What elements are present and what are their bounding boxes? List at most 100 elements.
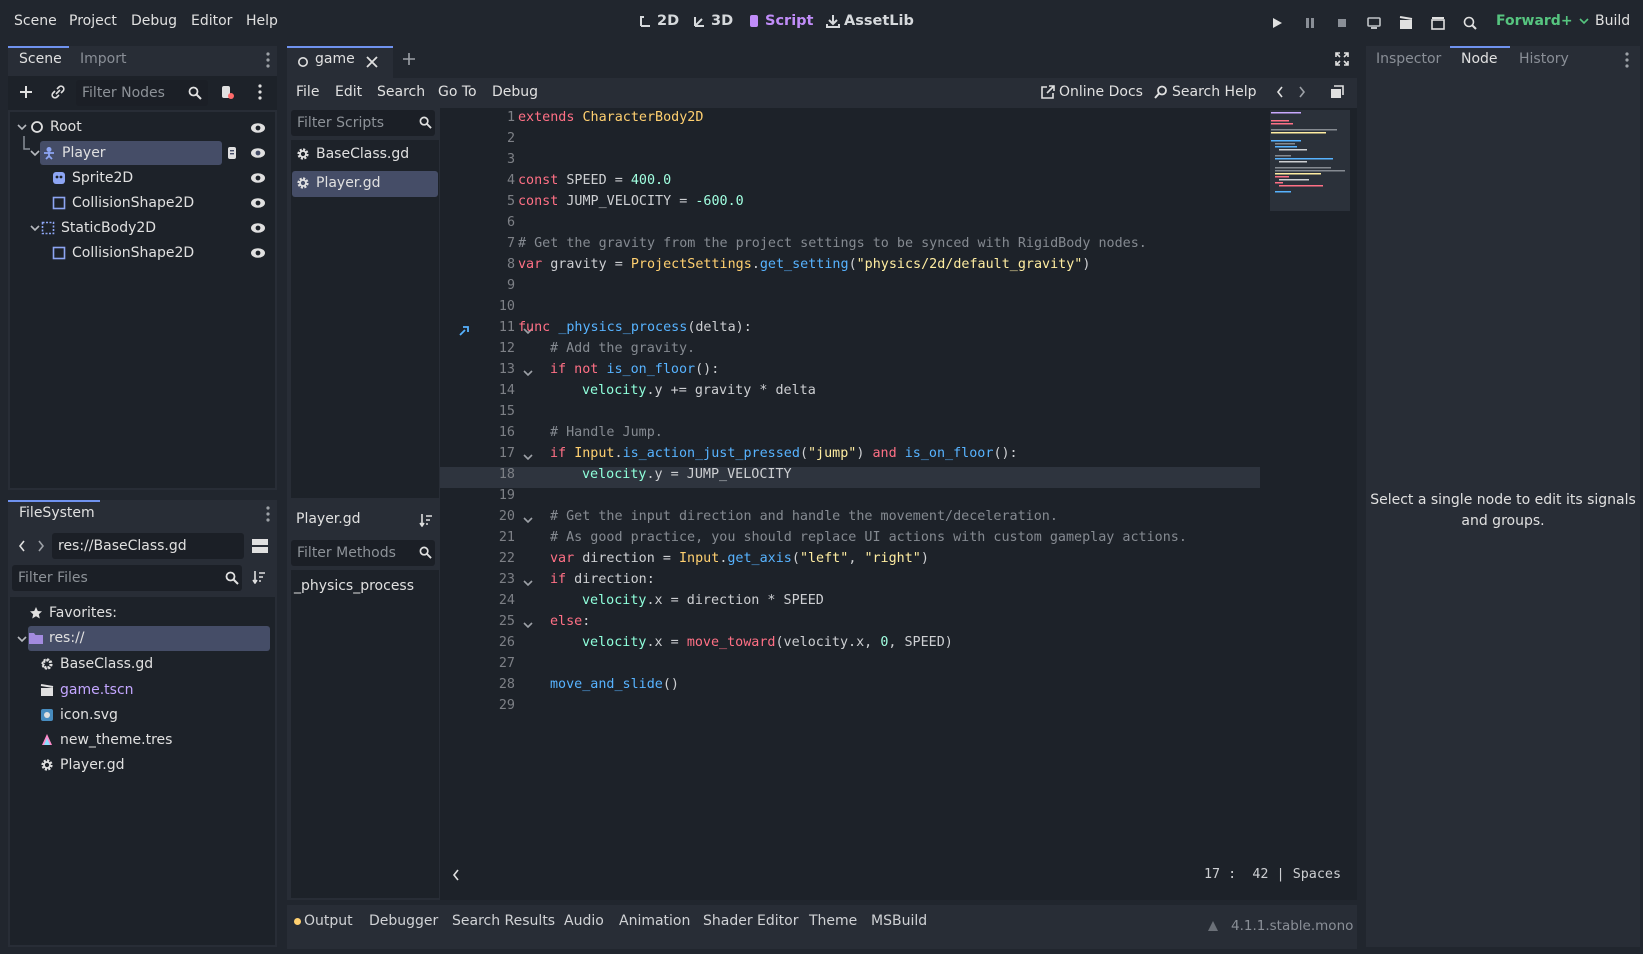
file-new-theme[interactable]: new_theme.tres xyxy=(40,732,172,748)
play-icon[interactable] xyxy=(1268,14,1286,32)
fold-chevron-icon[interactable] xyxy=(523,578,533,588)
search-help-button[interactable]: Search Help xyxy=(1154,84,1256,100)
file-player-gd[interactable]: Player.gd xyxy=(40,757,125,773)
workspace-2d[interactable]: 2D xyxy=(639,13,679,29)
tab-animation[interactable]: Animation xyxy=(619,913,690,929)
line-number[interactable]: 17 xyxy=(440,446,515,461)
line-number[interactable]: 14 xyxy=(440,383,515,398)
movie-icon[interactable] xyxy=(1397,14,1415,32)
attach-script-icon[interactable] xyxy=(220,85,234,99)
tab-node[interactable]: Node xyxy=(1461,51,1498,67)
back-icon[interactable] xyxy=(18,540,26,552)
menu-debug[interactable]: Debug xyxy=(131,13,177,29)
toggle-scripts-panel-icon[interactable] xyxy=(452,869,460,881)
menu-help[interactable]: Help xyxy=(246,13,278,29)
collapse-icon[interactable] xyxy=(17,634,27,644)
add-tab-icon[interactable] xyxy=(402,52,416,66)
line-number[interactable]: 15 xyxy=(440,404,515,419)
file-icon-svg[interactable]: icon.svg xyxy=(40,707,118,723)
script-menu-edit[interactable]: Edit xyxy=(335,84,362,100)
line-number[interactable]: 9 xyxy=(440,278,515,293)
line-number[interactable]: 29 xyxy=(440,698,515,713)
line-number[interactable]: 7 xyxy=(440,236,515,251)
status-indent[interactable]: Spaces xyxy=(1293,867,1341,882)
collapse-icon[interactable] xyxy=(17,122,27,132)
tab-debugger[interactable]: Debugger xyxy=(369,913,438,929)
script-menu-debug[interactable]: Debug xyxy=(492,84,538,100)
line-number[interactable]: 25 xyxy=(440,614,515,629)
tab-audio[interactable]: Audio xyxy=(564,913,604,929)
renderer-select[interactable]: Forward+ xyxy=(1496,13,1589,29)
tab-search-results[interactable]: Search Results xyxy=(452,913,555,929)
eye-icon[interactable] xyxy=(250,147,266,159)
line-number[interactable]: 18 xyxy=(440,467,515,482)
script-menu-file[interactable]: File xyxy=(296,84,319,100)
workspace-assetlib[interactable]: AssetLib xyxy=(826,13,914,29)
eye-icon[interactable] xyxy=(250,197,266,209)
fullscreen-icon[interactable] xyxy=(1335,52,1349,66)
line-number[interactable]: 11 xyxy=(440,320,515,335)
eye-icon[interactable] xyxy=(250,172,266,184)
float-window-icon[interactable] xyxy=(1330,85,1344,99)
line-number[interactable]: 2 xyxy=(440,131,515,146)
line-number[interactable]: 28 xyxy=(440,677,515,692)
line-number[interactable]: 23 xyxy=(440,572,515,587)
debug-scan-icon[interactable] xyxy=(1461,14,1479,32)
menu-project[interactable]: Project xyxy=(69,13,117,29)
path-input[interactable]: res://BaseClass.gd xyxy=(52,533,244,559)
sort-icon[interactable] xyxy=(419,513,433,527)
line-number[interactable]: 20 xyxy=(440,509,515,524)
eye-icon[interactable] xyxy=(250,247,266,259)
node-collisionshape2d-2[interactable]: CollisionShape2D xyxy=(52,245,194,261)
close-icon[interactable] xyxy=(366,56,378,68)
folder-res[interactable]: res:// xyxy=(29,630,85,646)
line-number[interactable]: 27 xyxy=(440,656,515,671)
node-staticbody2d[interactable]: StaticBody2D xyxy=(41,220,156,236)
line-number[interactable]: 1 xyxy=(440,110,515,125)
script-item-baseclass[interactable]: BaseClass.gd xyxy=(296,146,409,162)
favorites-item[interactable]: Favorites: xyxy=(29,605,117,621)
minimap[interactable] xyxy=(1270,110,1350,211)
tab-filesystem[interactable]: FileSystem xyxy=(19,505,95,521)
pause-icon[interactable] xyxy=(1301,14,1319,32)
tab-game[interactable]: game xyxy=(287,46,393,78)
filter-scripts-input[interactable]: Filter Scripts xyxy=(291,110,435,136)
sort-icon[interactable] xyxy=(252,570,266,584)
line-number[interactable]: 10 xyxy=(440,299,515,314)
line-number[interactable]: 4 xyxy=(440,173,515,188)
line-number[interactable]: 24 xyxy=(440,593,515,608)
dock-menu-icon[interactable] xyxy=(266,506,270,522)
line-number[interactable]: 21 xyxy=(440,530,515,545)
fold-chevron-icon[interactable] xyxy=(523,515,533,525)
stop-icon[interactable] xyxy=(1333,14,1351,32)
method-item[interactable]: _physics_process xyxy=(294,578,414,594)
file-game-tscn[interactable]: game.tscn xyxy=(40,682,134,698)
line-number[interactable]: 16 xyxy=(440,425,515,440)
tab-theme[interactable]: Theme xyxy=(809,913,857,929)
split-view-icon[interactable] xyxy=(252,539,268,553)
scene-menu-icon[interactable] xyxy=(258,84,262,100)
script-item-player[interactable]: Player.gd xyxy=(296,175,381,191)
tab-history[interactable]: History xyxy=(1519,51,1569,67)
filter-files-input[interactable]: Filter Files xyxy=(12,565,242,591)
line-number[interactable]: 5 xyxy=(440,194,515,209)
line-number[interactable]: 26 xyxy=(440,635,515,650)
eye-icon[interactable] xyxy=(250,222,266,234)
remote-icon[interactable] xyxy=(1365,14,1383,32)
online-docs-button[interactable]: Online Docs xyxy=(1041,84,1143,100)
fold-chevron-icon[interactable] xyxy=(523,368,533,378)
scene-icon[interactable] xyxy=(1429,14,1447,32)
line-number[interactable]: 3 xyxy=(440,152,515,167)
fold-chevron-icon[interactable] xyxy=(523,452,533,462)
override-method-icon[interactable] xyxy=(459,324,471,336)
tab-scene[interactable]: Scene xyxy=(19,51,62,67)
tab-output[interactable]: Output xyxy=(304,913,353,929)
line-number[interactable]: 12 xyxy=(440,341,515,356)
forward-icon[interactable] xyxy=(37,540,45,552)
collapse-icon[interactable] xyxy=(30,223,40,233)
tab-msbuild[interactable]: MSBuild xyxy=(871,913,927,929)
workspace-3d[interactable]: 3D xyxy=(693,13,733,29)
workspace-script[interactable]: Script xyxy=(747,13,813,29)
collapse-icon[interactable] xyxy=(30,148,40,158)
line-number[interactable]: 13 xyxy=(440,362,515,377)
